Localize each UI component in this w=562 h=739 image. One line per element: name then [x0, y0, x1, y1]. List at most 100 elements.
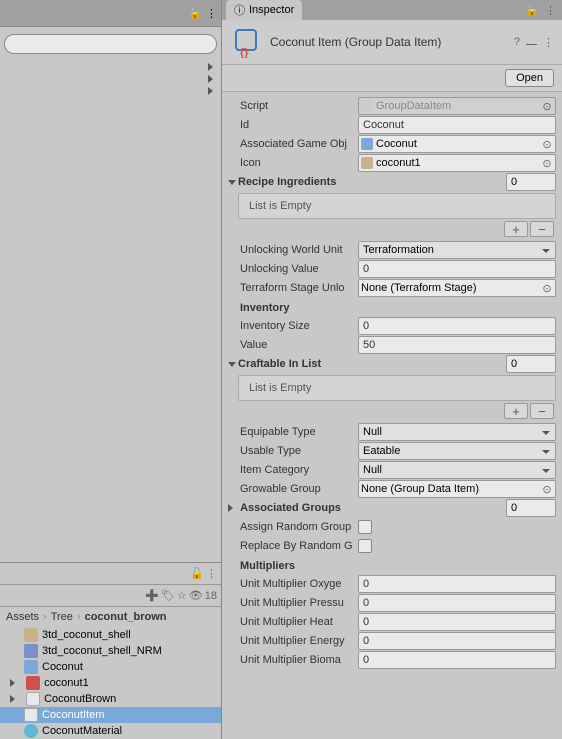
- asset-item[interactable]: CoconutBrown: [0, 691, 221, 707]
- inspector-body: Script GroupDataItem⊙ Id Associated Game…: [222, 92, 562, 739]
- unlocking-world-unit-dropdown[interactable]: Terraformation: [358, 241, 556, 259]
- scriptable-icon: [24, 708, 38, 722]
- script-field[interactable]: GroupDataItem⊙: [358, 97, 556, 115]
- unit-multiplier-oxygen-input[interactable]: [358, 575, 556, 593]
- breadcrumb-item[interactable]: Tree: [51, 611, 73, 623]
- chevron-right-icon: [228, 504, 233, 512]
- inspector-panel: ⓘ Inspector 🔓 ⋮ {} Coconut Item (Group D…: [221, 0, 562, 739]
- list-remove-button[interactable]: −: [530, 403, 554, 419]
- unit-multiplier-pressure-label: Unit Multiplier Pressu: [228, 597, 354, 609]
- texture-icon: [24, 644, 38, 658]
- chevron-right-icon[interactable]: [10, 679, 15, 687]
- icon-field[interactable]: coconut1⊙: [358, 154, 556, 172]
- assign-random-group-checkbox[interactable]: [358, 520, 372, 534]
- unlocking-world-unit-label: Unlocking World Unit: [228, 244, 354, 256]
- terraform-stage-label: Terraform Stage Unlo: [228, 282, 354, 294]
- hierarchy-search-input[interactable]: [4, 34, 217, 54]
- associated-gameobject-label: Associated Game Obj: [228, 138, 354, 150]
- breadcrumb[interactable]: Assets › Tree › coconut_brown: [0, 607, 221, 627]
- list-add-button[interactable]: +: [504, 403, 528, 419]
- asset-item[interactable]: CoconutMaterial: [0, 723, 221, 739]
- inventory-size-input[interactable]: [358, 317, 556, 335]
- craftable-in-list-foldout[interactable]: Craftable In List: [228, 358, 354, 370]
- asset-item[interactable]: coconut1: [0, 675, 221, 691]
- recipe-ingredients-foldout[interactable]: Recipe Ingredients: [228, 176, 354, 188]
- chevron-down-icon: [228, 362, 236, 367]
- project-toolbar: 🔓 ⋮: [0, 563, 221, 585]
- unlocking-value-input[interactable]: [358, 260, 556, 278]
- prefab-icon: [361, 138, 373, 150]
- inspector-tab-bar: ⓘ Inspector 🔓 ⋮: [222, 0, 562, 20]
- icon-label: Icon: [228, 157, 354, 169]
- craftable-count-input[interactable]: [506, 355, 556, 373]
- value-input[interactable]: [358, 336, 556, 354]
- terraform-stage-field[interactable]: None (Terraform Stage)⊙: [358, 279, 556, 297]
- help-icon[interactable]: ?: [514, 36, 520, 48]
- usable-type-label: Usable Type: [228, 445, 354, 457]
- recipe-count-input[interactable]: [506, 173, 556, 191]
- context-menu-icon[interactable]: ⋮: [206, 567, 217, 580]
- open-button[interactable]: Open: [505, 69, 554, 87]
- associated-groups-foldout[interactable]: Associated Groups: [228, 502, 354, 514]
- breadcrumb-item[interactable]: coconut_brown: [85, 611, 167, 623]
- info-icon: ⓘ: [234, 2, 245, 18]
- inspector-header: {} Coconut Item (Group Data Item) ? ⎼ ⋮: [222, 20, 562, 65]
- chevron-right-icon: ›: [77, 611, 81, 623]
- visibility-icon[interactable]: 👁: [189, 589, 203, 602]
- inventory-size-label: Inventory Size: [228, 320, 354, 332]
- inventory-header: Inventory: [228, 298, 556, 316]
- chevron-right-icon[interactable]: [208, 75, 213, 83]
- list-remove-button[interactable]: −: [530, 221, 554, 237]
- equipable-type-dropdown[interactable]: Null: [358, 423, 556, 441]
- unit-multiplier-heat-input[interactable]: [358, 613, 556, 631]
- add-icon[interactable]: ➕: [145, 589, 159, 602]
- picker-icon[interactable]: ⊙: [541, 282, 553, 295]
- lock-icon[interactable]: 🔓: [525, 4, 539, 17]
- value-label: Value: [228, 339, 354, 351]
- replace-by-random-checkbox[interactable]: [358, 539, 372, 553]
- context-menu-icon[interactable]: ⋮: [543, 36, 554, 49]
- list-add-button[interactable]: +: [504, 221, 528, 237]
- lock-icon[interactable]: 🔓: [188, 7, 202, 20]
- hierarchy-panel: [0, 61, 221, 562]
- list-empty-label: List is Empty: [238, 375, 556, 401]
- item-category-dropdown[interactable]: Null: [358, 461, 556, 479]
- picker-icon[interactable]: ⊙: [541, 483, 553, 496]
- unit-multiplier-biomass-input[interactable]: [358, 651, 556, 669]
- material-icon: [24, 724, 38, 738]
- script-icon: [361, 100, 373, 112]
- replace-by-random-label: Replace By Random G: [228, 540, 354, 552]
- chevron-right-icon: ›: [43, 611, 47, 623]
- context-menu-icon[interactable]: ⋮: [206, 7, 217, 20]
- picker-icon[interactable]: ⊙: [541, 157, 553, 170]
- chevron-right-icon[interactable]: [208, 87, 213, 95]
- preset-icon[interactable]: ⎼: [526, 36, 537, 49]
- prefab-icon: [24, 660, 38, 674]
- asset-item[interactable]: Coconut: [0, 659, 221, 675]
- hierarchy-search-area: [0, 27, 221, 61]
- star-icon[interactable]: ☆: [177, 589, 187, 602]
- asset-item[interactable]: 3td_coconut_shell: [0, 627, 221, 643]
- picker-icon[interactable]: ⊙: [541, 138, 553, 151]
- unit-multiplier-energy-input[interactable]: [358, 632, 556, 650]
- usable-type-dropdown[interactable]: Eatable: [358, 442, 556, 460]
- tab-inspector[interactable]: ⓘ Inspector: [226, 0, 302, 20]
- chevron-right-icon[interactable]: [208, 63, 213, 71]
- breadcrumb-item[interactable]: Assets: [6, 611, 39, 623]
- associated-groups-count-input[interactable]: [506, 499, 556, 517]
- unit-multiplier-pressure-input[interactable]: [358, 594, 556, 612]
- unit-multiplier-heat-label: Unit Multiplier Heat: [228, 616, 354, 628]
- scriptable-object-icon: {}: [230, 26, 262, 58]
- asset-item[interactable]: 3td_coconut_shell_NRM: [0, 643, 221, 659]
- picker-icon[interactable]: ⊙: [541, 100, 553, 113]
- svg-text:{}: {}: [240, 47, 249, 58]
- lock-icon[interactable]: 🔓: [190, 567, 204, 580]
- texture-icon: [24, 628, 38, 642]
- growable-group-field[interactable]: None (Group Data Item)⊙: [358, 480, 556, 498]
- chevron-right-icon[interactable]: [10, 695, 15, 703]
- tag-icon[interactable]: 🏷: [161, 589, 175, 602]
- context-menu-icon[interactable]: ⋮: [545, 4, 556, 17]
- asset-item-selected[interactable]: CoconutItem: [0, 707, 221, 723]
- id-input[interactable]: [358, 116, 556, 134]
- associated-gameobject-field[interactable]: Coconut⊙: [358, 135, 556, 153]
